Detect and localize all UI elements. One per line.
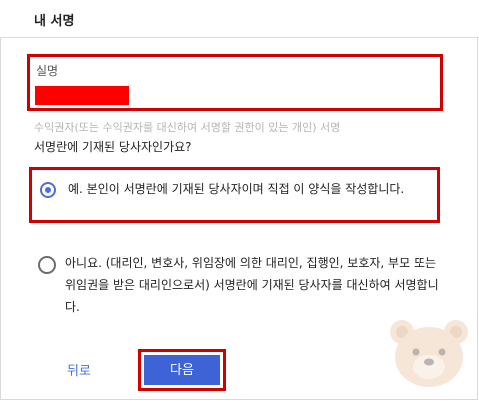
- next-button[interactable]: 다음: [144, 355, 220, 385]
- option-yes-label: 예. 본인이 서명란에 기재된 당사자이며 직접 이 양식을 작성합니다.: [68, 182, 405, 196]
- real-name-field[interactable]: 실명: [27, 54, 443, 111]
- back-link[interactable]: 뒤로: [67, 360, 91, 379]
- redacted-name-value: [35, 86, 129, 105]
- signer-question: 서명란에 기재된 당사자인가요?: [34, 140, 192, 154]
- page-title: 내 서명: [34, 14, 75, 29]
- option-yes[interactable]: 예. 본인이 서명란에 기재된 당사자이며 직접 이 양식을 작성합니다.: [29, 167, 440, 223]
- option-no-label[interactable]: 아니요. (대리인, 변호사, 위임장에 의한 대리인, 집행인, 보호자, 부…: [65, 252, 445, 318]
- bear-watermark-icon: [390, 320, 468, 387]
- radio-selected-icon[interactable]: [40, 182, 56, 198]
- header-bar: 내 서명: [0, 0, 479, 38]
- beneficiary-hint-text: 수익권자(또는 수익권자를 대신하여 서명할 권한이 있는 개인) 서명: [34, 121, 341, 134]
- real-name-label: 실명: [36, 64, 59, 78]
- radio-unselected-icon[interactable]: [38, 256, 56, 274]
- next-button-highlight: 다음: [138, 349, 226, 391]
